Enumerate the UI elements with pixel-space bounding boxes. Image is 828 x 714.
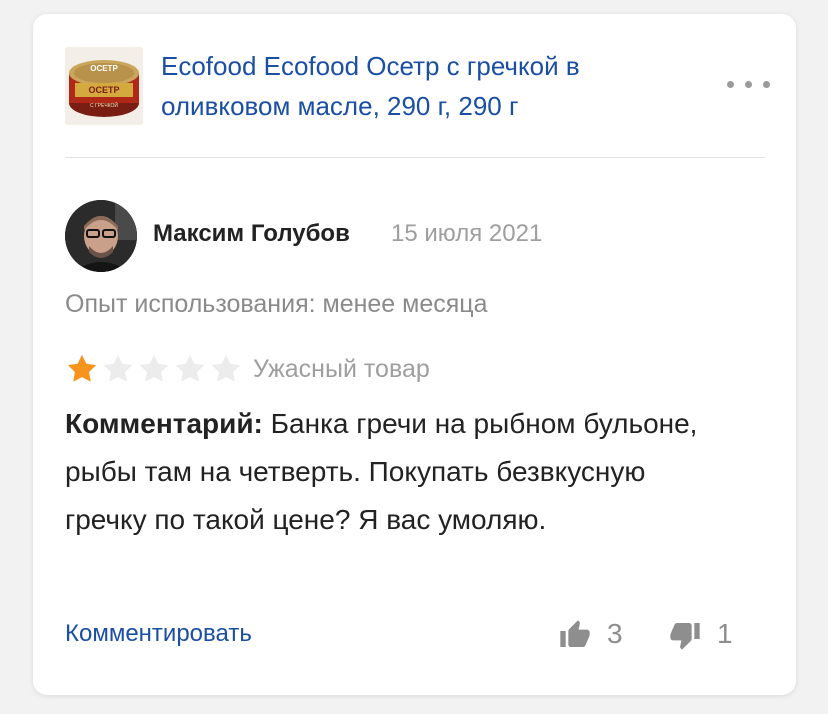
- dislike-button[interactable]: 1: [669, 617, 749, 651]
- star-filled-icon: [67, 354, 97, 382]
- avatar-photo: [65, 200, 137, 272]
- like-button[interactable]: 3: [559, 617, 639, 651]
- product-can-image: ОСЕТР ОСЕТР С ГРЕЧКОЙ: [69, 60, 139, 117]
- rating-label: Ужасный товар: [253, 355, 430, 383]
- more-dot-icon: [745, 81, 752, 88]
- more-dot-icon: [763, 81, 770, 88]
- thumbs-up-icon: [560, 620, 590, 647]
- review-card: ОСЕТР ОСЕТР С ГРЕЧКОЙ Ecofood Ecofood Ос…: [33, 14, 796, 695]
- star-empty-icon: [175, 354, 205, 382]
- usage-experience: Опыт использования: менее месяца: [65, 290, 488, 318]
- dislike-count: 1: [717, 618, 733, 649]
- more-dot-icon: [727, 81, 734, 88]
- star-empty-icon: [139, 354, 169, 382]
- product-title-link[interactable]: Ecofood Ecofood Осетр с гречкой в оливко…: [161, 46, 631, 126]
- product-thumbnail[interactable]: ОСЕТР ОСЕТР С ГРЕЧКОЙ: [65, 47, 143, 125]
- can-label-top: ОСЕТР: [90, 64, 118, 73]
- like-count: 3: [607, 618, 623, 649]
- star-empty-icon: [103, 354, 133, 382]
- can-label-mid: ОСЕТР: [88, 85, 119, 95]
- can-label-bottom: С ГРЕЧКОЙ: [90, 101, 118, 109]
- more-options-button[interactable]: [727, 72, 773, 96]
- thumbs-down-icon: [670, 623, 700, 650]
- comment-label: Комментарий:: [65, 408, 263, 439]
- author-name[interactable]: Максим Голубов: [153, 219, 350, 249]
- author-avatar[interactable]: [65, 200, 137, 272]
- divider: [65, 157, 765, 158]
- star-empty-icon: [211, 354, 241, 382]
- review-comment: Комментарий: Банка гречи на рыбном бульо…: [65, 400, 725, 544]
- product-header: ОСЕТР ОСЕТР С ГРЕЧКОЙ Ecofood Ecofood Ос…: [65, 44, 770, 144]
- comment-button[interactable]: Комментировать: [65, 617, 252, 651]
- review-date: 15 июля 2021: [391, 220, 543, 247]
